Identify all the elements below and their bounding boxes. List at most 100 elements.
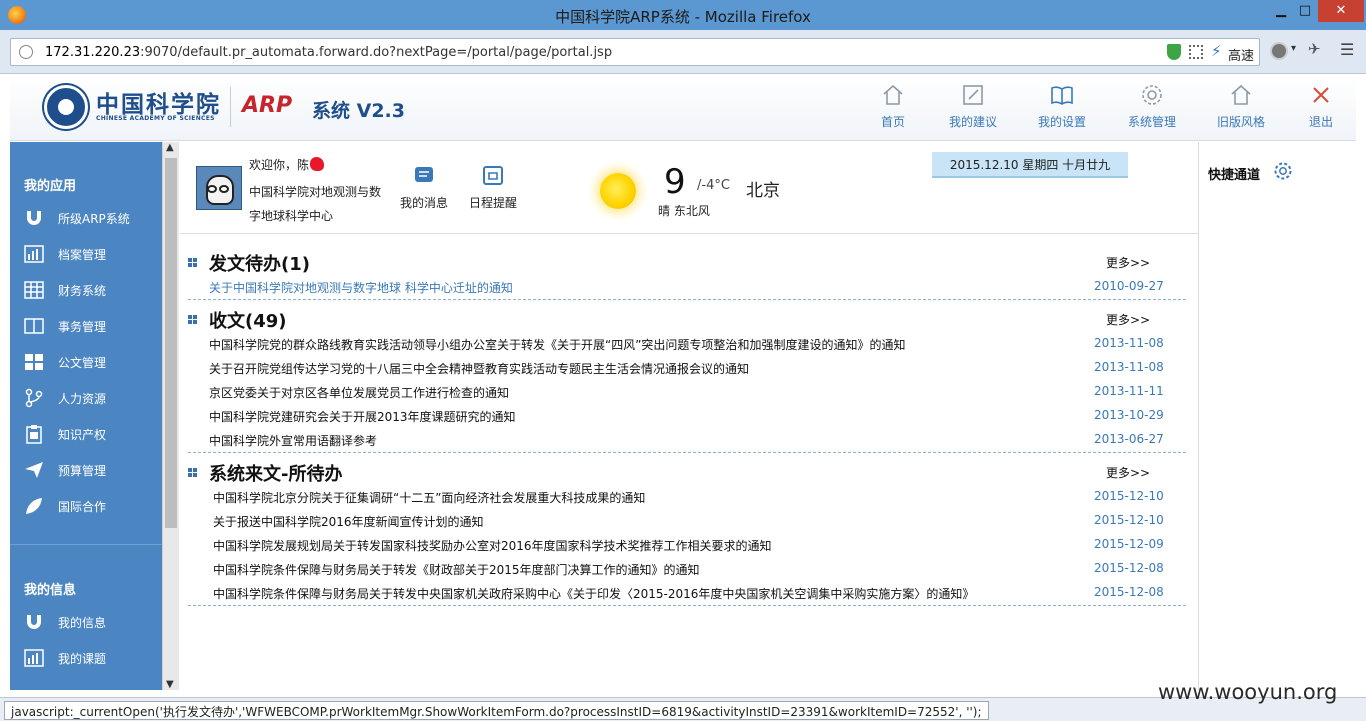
divider [180,233,1198,234]
nav-logout[interactable]: 退出 [1281,83,1361,130]
schedule-reminder-label: 日程提醒 [469,196,518,210]
watermark: www.wooyun.org [1158,680,1338,704]
quick-access-title: 快捷通道 [1208,168,1261,183]
list-item[interactable]: 中国科学院党的群众路线教育实践活动领导小组办公室关于转发《关于开展“四风”突出问… [209,333,1169,357]
more-link[interactable]: 更多>> [1106,311,1150,328]
sidebar-item-hr[interactable]: 人力资源 [10,383,162,415]
weather-temperature: 9 [664,162,686,202]
nav-label: 退出 [1308,115,1333,129]
account-icon[interactable] [1270,42,1288,60]
grid-icon [24,281,44,299]
item-title[interactable]: 京区党委关于对京区各单位发展党员工作进行检查的通知 [209,384,509,401]
branch-icon [25,388,43,408]
item-title[interactable]: 关于召开院党组传达学习党的十八届三中全会精神暨教育实践活动专题民主生活会情况通报… [209,360,749,377]
nav-label: 系统管理 [1127,115,1176,129]
nav-label: 首页 [880,115,905,129]
sidebar-scrollbar[interactable]: ▲ ▼ [162,142,179,690]
url-text[interactable]: 172.31.220.23:9070/default.pr_automata.f… [45,45,612,60]
home-icon [883,84,903,105]
qr-code-icon[interactable] [1189,45,1203,59]
list-item[interactable]: 京区党委关于对京区各单位发展党员工作进行检查的通知 2013-11-11 [209,381,1169,405]
item-title[interactable]: 关于报送中国科学院2016年度新闻宣传计划的通知 [213,513,484,530]
sidebar-item-ip[interactable]: 知识产权 [10,419,162,451]
sidebar-item-label: 事务管理 [58,320,107,334]
sidebar-item-international[interactable]: 国际合作 [10,491,162,523]
close-x-icon [1313,87,1329,103]
chevron-down-icon[interactable]: ▾ [1291,43,1296,54]
sidebar-item-arp[interactable]: 所级ARP系统 [10,203,162,235]
avatar[interactable] [196,166,242,210]
item-title[interactable]: 中国科学院党建研究会关于开展2013年度课题研究的通知 [209,408,516,425]
item-date: 2015-12-10 [1094,513,1164,527]
list-item[interactable]: 关于召开院党组传达学习党的十八届三中全会精神暨教育实践活动专题民主生活会情况通报… [209,357,1169,381]
extension-icon[interactable]: ✈ [1308,40,1321,58]
nav-home[interactable]: 首页 [853,83,933,130]
redaction-mark [310,157,325,171]
item-title[interactable]: 中国科学院条件保障与财务局关于转发中央国家机关政府采购中心《关于印发〈2015-… [213,585,974,602]
nav-my-suggestions[interactable]: 我的建议 [933,83,1013,130]
nav-system-admin[interactable]: 系统管理 [1112,83,1192,130]
gear-icon[interactable] [1273,161,1293,181]
sidebar-item-budget[interactable]: 预算管理 [10,455,162,487]
welcome-text: 欢迎你，陈 [249,156,325,173]
list-item[interactable]: 关于报送中国科学院2016年度新闻宣传计划的通知 2015-12-10 [213,510,1169,534]
item-title[interactable]: 中国科学院条件保障与财务局关于转发《财政部关于2015年度部门决算工作的通知》的… [213,561,700,578]
list-item[interactable]: 中国科学院条件保障与财务局关于转发中央国家机关政府采购中心《关于印发〈2015-… [213,582,1169,606]
window-titlebar: 中国科学院ARP系统 - Mozilla Firefox ▁ □ ✕ [0,0,1366,30]
sidebar-item-label: 所级ARP系统 [58,212,130,226]
scroll-down-icon[interactable]: ▼ [166,679,174,690]
my-messages-button[interactable]: 我的消息 [400,164,448,211]
speed-label[interactable]: 高速 [1228,45,1254,64]
list-item[interactable]: 中国科学院外宣常用语翻译参考 2013-06-27 [209,429,1169,453]
item-title[interactable]: 关于中国科学院对地观测与数字地球 科学中心迁址的通知 [209,279,513,296]
sidebar-item-label: 我的信息 [58,616,107,630]
schedule-reminder-button[interactable]: 日程提醒 [469,164,517,211]
sidebar-item-documents[interactable]: 公文管理 [10,347,162,379]
list-item[interactable]: 关于中国科学院对地观测与数字地球 科学中心迁址的通知 2010-09-27 [209,276,1169,300]
sidebar-item-label: 公文管理 [58,356,107,370]
sidebar-item-finance[interactable]: 财务系统 [10,275,162,307]
item-title[interactable]: 中国科学院北京分院关于征集调研“十二五”面向经济社会发展重大科技成果的通知 [213,489,645,506]
url-bar[interactable]: 172.31.220.23:9070/default.pr_automata.f… [10,38,1260,66]
item-date: 2013-10-29 [1094,408,1164,422]
list-item[interactable]: 中国科学院党建研究会关于开展2013年度课题研究的通知 2013-10-29 [209,405,1169,429]
item-title[interactable]: 中国科学院党的群众路线教育实践活动领导小组办公室关于转发《关于开展“四风”突出问… [209,336,905,353]
item-title[interactable]: 中国科学院发展规划局关于转发国家科技奖励办公室对2016年度国家科学技术奖推荐工… [213,537,772,554]
item-date: 2015-12-10 [1094,489,1164,503]
edit-icon [963,85,983,105]
sidebar-item-affairs[interactable]: 事务管理 [10,311,162,343]
nav-my-settings[interactable]: 我的设置 [1022,83,1102,130]
section-divider [188,299,1186,300]
nav-old-style[interactable]: 旧版风格 [1201,83,1281,130]
gear-icon [1142,85,1162,105]
logo-title: 中国科学院 [96,91,221,118]
shield-icon[interactable] [1167,44,1181,60]
sidebar-item-label: 预算管理 [58,464,107,478]
list-item[interactable]: 中国科学院北京分院关于征集调研“十二五”面向经济社会发展重大科技成果的通知 20… [213,486,1169,510]
scroll-up-icon[interactable]: ▲ [166,142,174,153]
scrollbar-thumb[interactable] [165,158,177,528]
leaf-icon [26,498,42,514]
sidebar-item-my-info[interactable]: 我的信息 [10,607,162,639]
more-link[interactable]: 更多>> [1106,464,1150,481]
globe-icon [19,45,33,59]
item-title[interactable]: 中国科学院外宣常用语翻译参考 [209,432,377,449]
list-item[interactable]: 中国科学院发展规划局关于转发国家科技奖励办公室对2016年度国家科学技术奖推荐工… [213,534,1169,558]
close-window-button[interactable]: ✕ [1318,0,1364,22]
calendar-icon [483,166,503,185]
sidebar-item-my-projects[interactable]: 我的课题 [10,643,162,675]
sidebar-item-archives[interactable]: 档案管理 [10,239,162,271]
section-title: 系统来文-所待办 [209,464,343,485]
left-sidebar: 我的应用 所级ARP系统 档案管理 财务系统 事务管理 公文管理 人力资源 知识… [10,142,162,690]
maximize-button[interactable]: □ [1292,0,1318,22]
sunny-weather-icon [600,173,636,209]
paper-plane-icon [25,462,43,478]
menu-icon[interactable]: ☰ [1340,40,1354,59]
section-divider [188,605,1186,606]
more-link[interactable]: 更多>> [1106,254,1150,271]
list-item[interactable]: 中国科学院条件保障与财务局关于转发《财政部关于2015年度部门决算工作的通知》的… [213,558,1169,582]
sidebar-item-label: 档案管理 [58,248,107,262]
logo-subtitle: CHINESE ACADEMY OF SCIENCES [96,115,215,122]
minimize-button[interactable]: ▁ [1268,0,1294,22]
section-title: 发文待办(1) [209,254,310,275]
